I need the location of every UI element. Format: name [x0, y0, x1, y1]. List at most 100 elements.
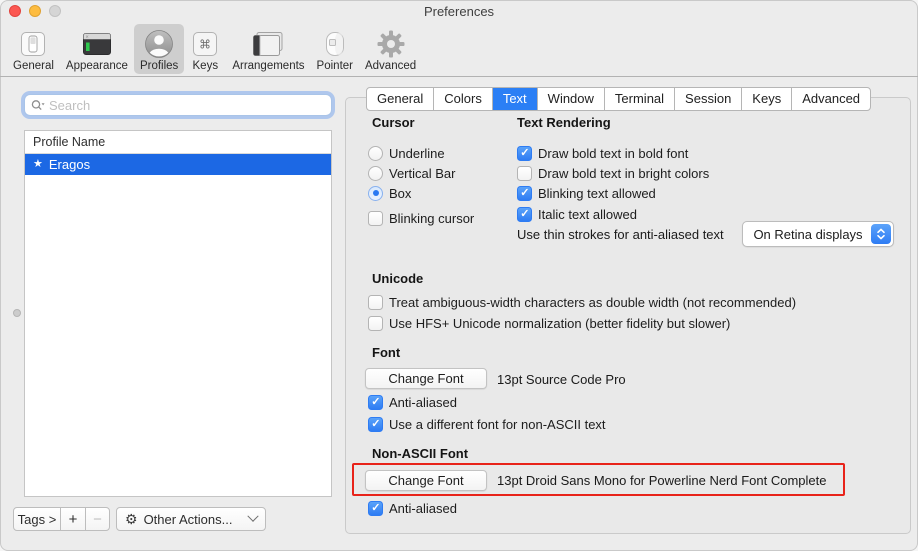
radio-icon[interactable]: [368, 166, 383, 181]
radio-label: Box: [389, 186, 411, 201]
font-value: 13pt Source Code Pro: [497, 372, 626, 387]
checkbox-label: Blinking cursor: [389, 211, 474, 226]
radio-box[interactable]: Box: [368, 185, 411, 201]
tab-terminal[interactable]: Terminal: [604, 88, 674, 110]
toolbar-item-general[interactable]: General: [7, 24, 60, 74]
toolbar-label: Profiles: [140, 60, 178, 72]
preferences-toolbar: General × Appearance: [0, 22, 918, 77]
toolbar-label: Keys: [193, 60, 219, 72]
window-icon: ×: [81, 27, 113, 60]
radio-label: Vertical Bar: [389, 166, 455, 181]
checkbox-label: Treat ambiguous-width characters as doub…: [389, 295, 796, 310]
checkbox-icon[interactable]: [368, 316, 383, 331]
profile-row-eragos[interactable]: ★ Eragos: [25, 154, 331, 175]
thin-strokes-select[interactable]: On Retina displays: [742, 221, 894, 247]
checkbox-label: Anti-aliased: [389, 395, 457, 410]
tab-window[interactable]: Window: [537, 88, 604, 110]
split-handle[interactable]: [13, 309, 21, 317]
checkbox-icon[interactable]: [517, 146, 532, 161]
profile-list-header: Profile Name: [25, 131, 331, 154]
preferences-window: Preferences General × A: [0, 0, 918, 551]
nonascii-font-value: 13pt Droid Sans Mono for Powerline Nerd …: [497, 473, 827, 488]
tab-advanced[interactable]: Advanced: [791, 88, 870, 110]
star-icon: ★: [33, 154, 43, 175]
checkbox-icon[interactable]: [517, 166, 532, 181]
gear-icon: ⚙: [125, 511, 138, 528]
profile-search-field[interactable]: [24, 94, 332, 116]
profile-name: Eragos: [49, 157, 90, 172]
checkbox-label: Use HFS+ Unicode normalization (better f…: [389, 316, 730, 331]
change-nonascii-font-button[interactable]: Change Font: [365, 470, 487, 491]
search-input[interactable]: [49, 98, 325, 113]
profile-tabs: General Colors Text Window Terminal Sess…: [366, 87, 871, 111]
tab-general[interactable]: General: [367, 88, 433, 110]
checkbox-italic-text[interactable]: Italic text allowed: [517, 206, 637, 222]
checkbox-nonascii-antialiased[interactable]: Anti-aliased: [368, 500, 457, 516]
toolbar-label: Appearance: [66, 60, 128, 72]
select-stepper-icon: [871, 224, 891, 244]
toolbar-item-appearance[interactable]: × Appearance: [60, 24, 134, 74]
tab-session[interactable]: Session: [674, 88, 741, 110]
radio-vertical-bar[interactable]: Vertical Bar: [368, 165, 455, 181]
toolbar-item-advanced[interactable]: Advanced: [359, 24, 422, 74]
checkbox-icon[interactable]: [368, 211, 383, 226]
radio-icon[interactable]: [368, 146, 383, 161]
toolbar-label: General: [13, 60, 54, 72]
font-section-title: Font: [372, 345, 400, 360]
checkbox-label: Use a different font for non-ASCII text: [389, 417, 606, 432]
change-font-button[interactable]: Change Font: [365, 368, 487, 389]
checkbox-ambiguous-width[interactable]: Treat ambiguous-width characters as doub…: [368, 294, 796, 310]
add-profile-button[interactable]: +: [60, 507, 86, 531]
panes-icon: [250, 27, 286, 60]
checkbox-label: Draw bold text in bold font: [538, 146, 688, 161]
checkbox-icon[interactable]: [368, 417, 383, 432]
checkbox-hfs-normalization[interactable]: Use HFS+ Unicode normalization (better f…: [368, 315, 730, 331]
radio-label: Underline: [389, 146, 445, 161]
search-icon: [31, 99, 46, 112]
checkbox-label: Italic text allowed: [538, 207, 637, 222]
person-icon: [143, 27, 175, 60]
toolbar-item-keys[interactable]: ⌘ Keys: [184, 24, 226, 74]
select-value: On Retina displays: [743, 227, 871, 242]
checkbox-icon[interactable]: [517, 207, 532, 222]
chevron-down-icon: [247, 511, 258, 522]
toolbar-label: Pointer: [317, 60, 353, 72]
search-menu-chevron-icon: [42, 103, 45, 105]
thin-strokes-label: Use thin strokes for anti-aliased text: [517, 227, 724, 242]
toolbar-item-pointer[interactable]: Pointer: [311, 24, 359, 74]
tab-keys[interactable]: Keys: [741, 88, 791, 110]
checkbox-blinking-text[interactable]: Blinking text allowed: [517, 185, 656, 201]
checkbox-icon[interactable]: [368, 395, 383, 410]
profile-list: Profile Name ★ Eragos: [24, 130, 332, 497]
tab-text[interactable]: Text: [492, 88, 537, 110]
checkbox-label: Blinking text allowed: [538, 186, 656, 201]
checkbox-icon[interactable]: [368, 501, 383, 516]
tags-button[interactable]: Tags >: [13, 507, 61, 531]
other-actions-button[interactable]: ⚙ Other Actions...: [116, 507, 266, 531]
remove-profile-button: −: [85, 507, 110, 531]
checkbox-bold-font[interactable]: Draw bold text in bold font: [517, 145, 688, 161]
svg-text:⌘: ⌘: [199, 37, 211, 51]
radio-underline[interactable]: Underline: [368, 145, 445, 161]
other-actions-label: Other Actions...: [144, 512, 233, 527]
radio-icon[interactable]: [368, 186, 383, 201]
switch-icon: [18, 27, 48, 60]
checkbox-antialiased[interactable]: Anti-aliased: [368, 394, 457, 410]
gear-icon: [376, 27, 406, 60]
toolbar-item-arrangements[interactable]: Arrangements: [226, 24, 310, 74]
checkbox-bright-colors[interactable]: Draw bold text in bright colors: [517, 165, 709, 181]
title-bar[interactable]: Preferences: [0, 0, 918, 22]
checkbox-icon[interactable]: [368, 295, 383, 310]
tab-colors[interactable]: Colors: [433, 88, 492, 110]
command-icon: ⌘: [190, 27, 220, 60]
toolbar-label: Arrangements: [232, 60, 304, 72]
svg-text:×: ×: [85, 34, 88, 40]
checkbox-blinking-cursor[interactable]: Blinking cursor: [368, 210, 474, 226]
checkbox-label: Draw bold text in bright colors: [538, 166, 709, 181]
text-rendering-section-title: Text Rendering: [517, 115, 611, 130]
unicode-section-title: Unicode: [372, 271, 423, 286]
toolbar-item-profiles[interactable]: Profiles: [134, 24, 184, 74]
checkbox-label: Anti-aliased: [389, 501, 457, 516]
checkbox-different-nonascii-font[interactable]: Use a different font for non-ASCII text: [368, 416, 606, 432]
checkbox-icon[interactable]: [517, 186, 532, 201]
